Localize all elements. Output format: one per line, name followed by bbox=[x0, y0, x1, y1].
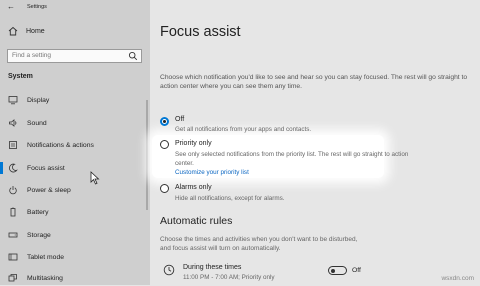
automatic-rules-heading: Automatic rules bbox=[160, 215, 233, 227]
home-button[interactable]: Home bbox=[8, 25, 45, 37]
rule-schedule: 11:00 PM - 7:00 AM; Priority only bbox=[183, 274, 275, 281]
sidebar-item-label: Battery bbox=[27, 208, 49, 216]
rule-toggle-label: Off bbox=[352, 267, 361, 274]
sidebar-item-label: Display bbox=[27, 96, 50, 104]
sidebar-item-label: Multitasking bbox=[27, 274, 63, 282]
sidebar-item-power-sleep[interactable]: Power & sleep bbox=[0, 182, 150, 198]
sidebar-item-notifications[interactable]: Notifications & actions bbox=[0, 137, 150, 153]
search-placeholder: Find a setting bbox=[12, 52, 52, 59]
sidebar-item-tablet-mode[interactable]: Tablet mode bbox=[0, 249, 150, 265]
sidebar-item-label: Focus assist bbox=[27, 164, 65, 172]
home-label: Home bbox=[26, 27, 45, 35]
speaker-icon bbox=[9, 119, 17, 127]
sidebar-item-label: Tablet mode bbox=[27, 253, 65, 261]
clock-icon bbox=[163, 264, 175, 276]
page-description: Choose which notification you'd like to … bbox=[160, 74, 468, 90]
sidebar-item-display[interactable]: Display bbox=[0, 92, 150, 108]
option-desc-alarms-only: Hide all notifications, except for alarm… bbox=[175, 195, 285, 202]
back-arrow-icon[interactable]: ← bbox=[7, 0, 15, 14]
sidebar-item-storage[interactable]: Storage bbox=[0, 227, 150, 243]
watermark: wsxdn.com bbox=[441, 275, 474, 282]
sidebar-item-label: Power & sleep bbox=[27, 186, 71, 194]
customize-priority-list-link[interactable]: Customize your priority list bbox=[175, 169, 249, 176]
sidebar-item-label: Notifications & actions bbox=[27, 141, 94, 149]
sidebar-item-label: Sound bbox=[27, 119, 47, 127]
radio-priority-only[interactable] bbox=[160, 140, 169, 149]
battery-icon bbox=[10, 207, 16, 217]
option-label-off: Off bbox=[175, 116, 185, 123]
search-input[interactable]: Find a setting bbox=[7, 49, 142, 63]
page-title: Focus assist bbox=[160, 24, 241, 40]
section-heading-system: System bbox=[8, 73, 33, 80]
search-icon[interactable] bbox=[128, 51, 138, 61]
storage-icon bbox=[8, 232, 18, 238]
home-icon bbox=[8, 26, 18, 36]
sidebar: ← Settings Home Find a setting System Di… bbox=[0, 0, 150, 285]
option-desc-off: Get all notifications from your apps and… bbox=[175, 126, 312, 133]
rule-toggle[interactable] bbox=[328, 266, 347, 275]
notification-icon bbox=[9, 141, 17, 149]
main-content: Focus assist Choose which notification y… bbox=[150, 0, 480, 285]
sidebar-item-label: Storage bbox=[27, 231, 51, 239]
sidebar-item-focus-assist[interactable]: Focus assist bbox=[0, 160, 150, 176]
sidebar-item-multitasking[interactable]: Multitasking bbox=[0, 270, 150, 286]
sidebar-scrollbar[interactable] bbox=[146, 100, 148, 210]
sidebar-item-battery[interactable]: Battery bbox=[0, 204, 150, 220]
radio-off[interactable] bbox=[160, 117, 169, 126]
option-label-priority-only: Priority only bbox=[175, 140, 212, 147]
option-label-alarms-only: Alarms only bbox=[175, 184, 212, 191]
mouse-cursor-icon bbox=[90, 171, 100, 185]
rule-label-during-these-times[interactable]: During these times bbox=[183, 264, 241, 271]
automatic-rules-description: Choose the times and activities when you… bbox=[160, 236, 358, 252]
sidebar-item-sound[interactable]: Sound bbox=[0, 115, 150, 131]
multitasking-icon bbox=[8, 274, 17, 282]
title-bar: ← Settings bbox=[0, 0, 150, 14]
radio-alarms-only[interactable] bbox=[160, 184, 169, 193]
window-title: Settings bbox=[27, 4, 47, 10]
power-icon bbox=[9, 186, 17, 195]
moon-icon bbox=[9, 163, 18, 173]
monitor-icon bbox=[8, 96, 18, 105]
tablet-icon bbox=[8, 253, 18, 261]
option-desc-priority-only: See only selected notifications from the… bbox=[175, 151, 409, 167]
